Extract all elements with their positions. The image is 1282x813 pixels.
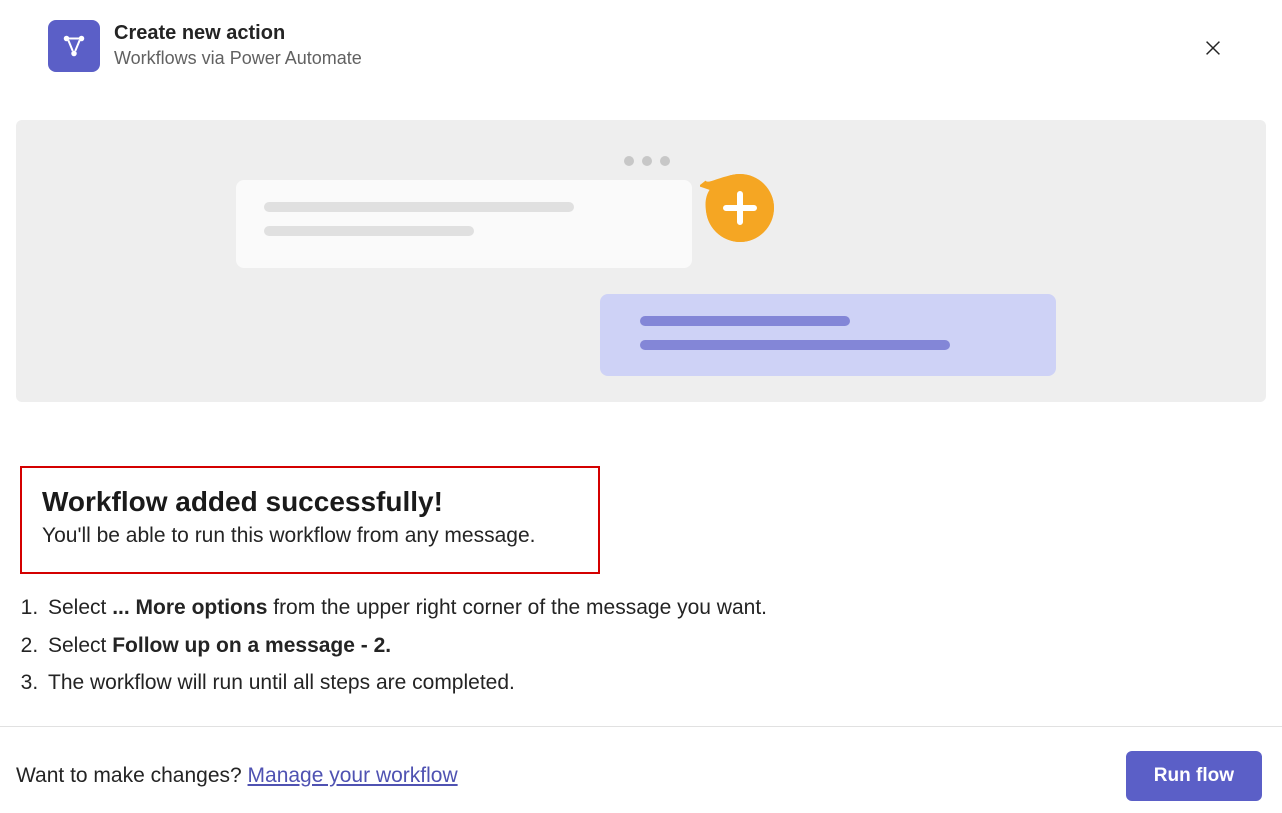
workflows-app-icon: [48, 20, 100, 72]
dialog-header: Create new action Workflows via Power Au…: [0, 0, 1282, 86]
success-callout: Workflow added successfully! You'll be a…: [20, 466, 600, 574]
close-button[interactable]: [1196, 31, 1230, 65]
dialog-footer: Want to make changes? Manage your workfl…: [0, 726, 1282, 813]
decorative-dots: [624, 156, 670, 166]
success-title: Workflow added successfully!: [42, 486, 578, 518]
run-flow-button[interactable]: Run flow: [1126, 751, 1262, 801]
instruction-steps: Select ... More options from the upper r…: [20, 592, 1262, 699]
dialog-title: Create new action: [114, 20, 1196, 46]
step-2: Select Follow up on a message - 2.: [44, 630, 1262, 662]
dialog-subtitle: Workflows via Power Automate: [114, 46, 1196, 71]
hero-illustration: [16, 120, 1266, 402]
plus-badge-icon: [700, 168, 780, 248]
success-subtitle: You'll be able to run this workflow from…: [42, 524, 578, 548]
illustration-message-grey: [236, 180, 692, 268]
step-3: The workflow will run until all steps ar…: [44, 667, 1262, 699]
step-1: Select ... More options from the upper r…: [44, 592, 1262, 624]
close-icon: [1202, 37, 1224, 59]
manage-workflow-link[interactable]: Manage your workflow: [248, 764, 458, 787]
footer-text: Want to make changes? Manage your workfl…: [16, 764, 458, 788]
illustration-message-purple: [600, 294, 1056, 376]
